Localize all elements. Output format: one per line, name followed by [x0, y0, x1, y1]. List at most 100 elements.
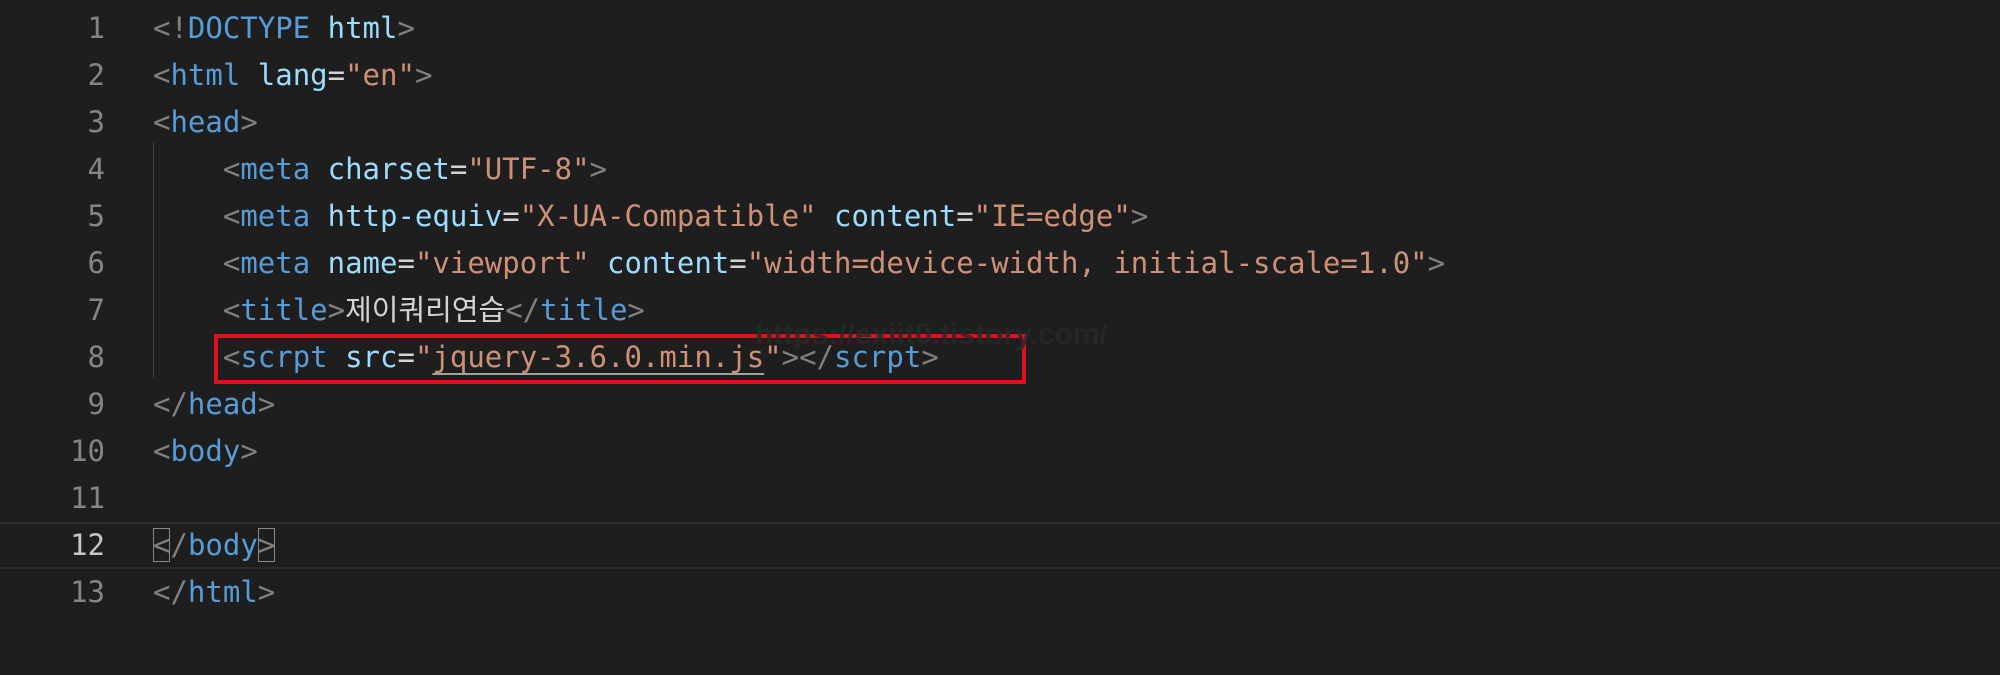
code-token: meta: [240, 246, 311, 280]
code-token: "UTF-8": [467, 152, 590, 186]
code-token: "IE=edge": [973, 199, 1131, 233]
line-number: 6: [87, 246, 105, 280]
code-token: body: [170, 434, 241, 468]
line-number: 7: [87, 293, 105, 327]
code-token: content: [607, 246, 730, 280]
code-text[interactable]: <!DOCTYPE html>: [153, 5, 415, 52]
code-token: "viewport": [414, 246, 590, 280]
code-token: >: [414, 58, 433, 92]
code-line[interactable]: 9 </head>: [0, 381, 2000, 428]
code-token: head: [187, 387, 258, 421]
code-token: http-equiv: [327, 199, 503, 233]
code-line[interactable]: 2 <html lang="en">: [0, 52, 2000, 99]
code-token: >: [257, 575, 276, 609]
code-line[interactable]: 3 <head>: [0, 99, 2000, 146]
code-token: >: [240, 105, 258, 139]
code-line[interactable]: 5 <meta http-equiv="X-UA-Compatible" con…: [0, 193, 2000, 240]
code-line[interactable]: 6 <meta name="viewport" content="width=d…: [0, 240, 2000, 287]
code-token: meta: [240, 152, 311, 186]
code-token: /: [170, 528, 188, 562]
code-token: "en": [345, 58, 415, 92]
line-number: 1: [87, 11, 105, 45]
code-text[interactable]: <head>: [153, 99, 258, 146]
code-token: "X-UA-Compatible": [519, 199, 817, 233]
code-token: content: [833, 199, 957, 233]
code-line[interactable]: 11: [0, 475, 2000, 522]
code-token: <: [153, 434, 171, 468]
line-number: 5: [87, 199, 105, 233]
code-token: ": [414, 340, 433, 374]
code-token: scrpt: [240, 340, 328, 374]
code-token: html: [170, 58, 241, 92]
code-token: ></: [781, 340, 835, 374]
code-token: <!: [153, 11, 188, 45]
code-token: <: [222, 152, 241, 186]
code-line[interactable]: 8 <scrpt src="jquery-3.6.0.min.js"></scr…: [0, 334, 2000, 381]
line-number: 9: [87, 387, 105, 421]
code-line[interactable]: 13 </html>: [0, 569, 2000, 616]
line-number: 4: [87, 152, 105, 186]
code-token: jquery-3.6.0.min.js: [432, 340, 765, 374]
code-token: </: [153, 575, 188, 609]
code-token: 제이쿼리연습: [345, 293, 506, 327]
code-token: >: [397, 11, 415, 45]
code-token: =: [397, 340, 415, 374]
code-token: >: [257, 528, 276, 562]
code-token: meta: [240, 199, 311, 233]
code-token: lang: [257, 58, 328, 92]
code-line[interactable]: 12 </body>: [0, 522, 2000, 569]
code-token: <: [222, 340, 241, 374]
code-token: =: [327, 58, 346, 92]
code-token: body: [187, 528, 258, 562]
line-number: 12: [70, 528, 105, 562]
code-line[interactable]: 1 <!DOCTYPE html>: [0, 5, 2000, 52]
code-token: src: [345, 340, 398, 374]
code-token: >: [327, 293, 346, 327]
code-text[interactable]: <meta name="viewport" content="width=dev…: [153, 240, 1445, 287]
code-text[interactable]: <html lang="en">: [153, 52, 432, 99]
code-token: =: [956, 199, 974, 233]
code-text[interactable]: <title>제이쿼리연습</title>: [153, 287, 645, 334]
line-number: 2: [87, 58, 105, 92]
line-number: 10: [70, 434, 105, 468]
code-token: title: [540, 293, 628, 327]
line-number: 13: [70, 575, 105, 609]
code-token: title: [240, 293, 328, 327]
code-editor[interactable]: 13 </html> 12 </body> 11 10 <body> 9 </head> 8 <s…: [0, 0, 2000, 675]
code-token: =: [502, 199, 520, 233]
code-token: >: [589, 152, 607, 186]
code-token: <: [222, 246, 241, 280]
code-token: head: [170, 105, 241, 139]
code-token: name: [327, 246, 398, 280]
line-number: 3: [87, 105, 105, 139]
code-text[interactable]: <meta http-equiv="X-UA-Compatible" conte…: [153, 193, 1148, 240]
code-token: DOCTYPE: [187, 11, 311, 45]
code-token: <: [153, 105, 171, 139]
code-line[interactable]: 10 <body>: [0, 428, 2000, 475]
code-token: html: [187, 575, 258, 609]
code-token: >: [1130, 199, 1149, 233]
code-token: charset: [327, 152, 450, 186]
code-line[interactable]: 7 <title>제이쿼리연습</title>: [0, 287, 2000, 334]
line-number: 11: [70, 481, 105, 515]
code-text[interactable]: <meta charset="UTF-8">: [153, 146, 607, 193]
code-text[interactable]: </body>: [153, 524, 276, 567]
code-text[interactable]: </head>: [153, 381, 275, 428]
code-text[interactable]: </html>: [153, 569, 275, 616]
code-token: <: [153, 58, 171, 92]
code-token: "width=device-width, initial-scale=1.0": [746, 246, 1428, 280]
code-token: </: [505, 293, 541, 327]
code-text[interactable]: <body>: [153, 428, 258, 475]
code-text[interactable]: <scrpt src="jquery-3.6.0.min.js"></scrpt…: [153, 334, 939, 381]
code-token: <: [222, 199, 241, 233]
code-line[interactable]: 4 <meta charset="UTF-8">: [0, 146, 2000, 193]
code-token: html: [327, 11, 398, 45]
